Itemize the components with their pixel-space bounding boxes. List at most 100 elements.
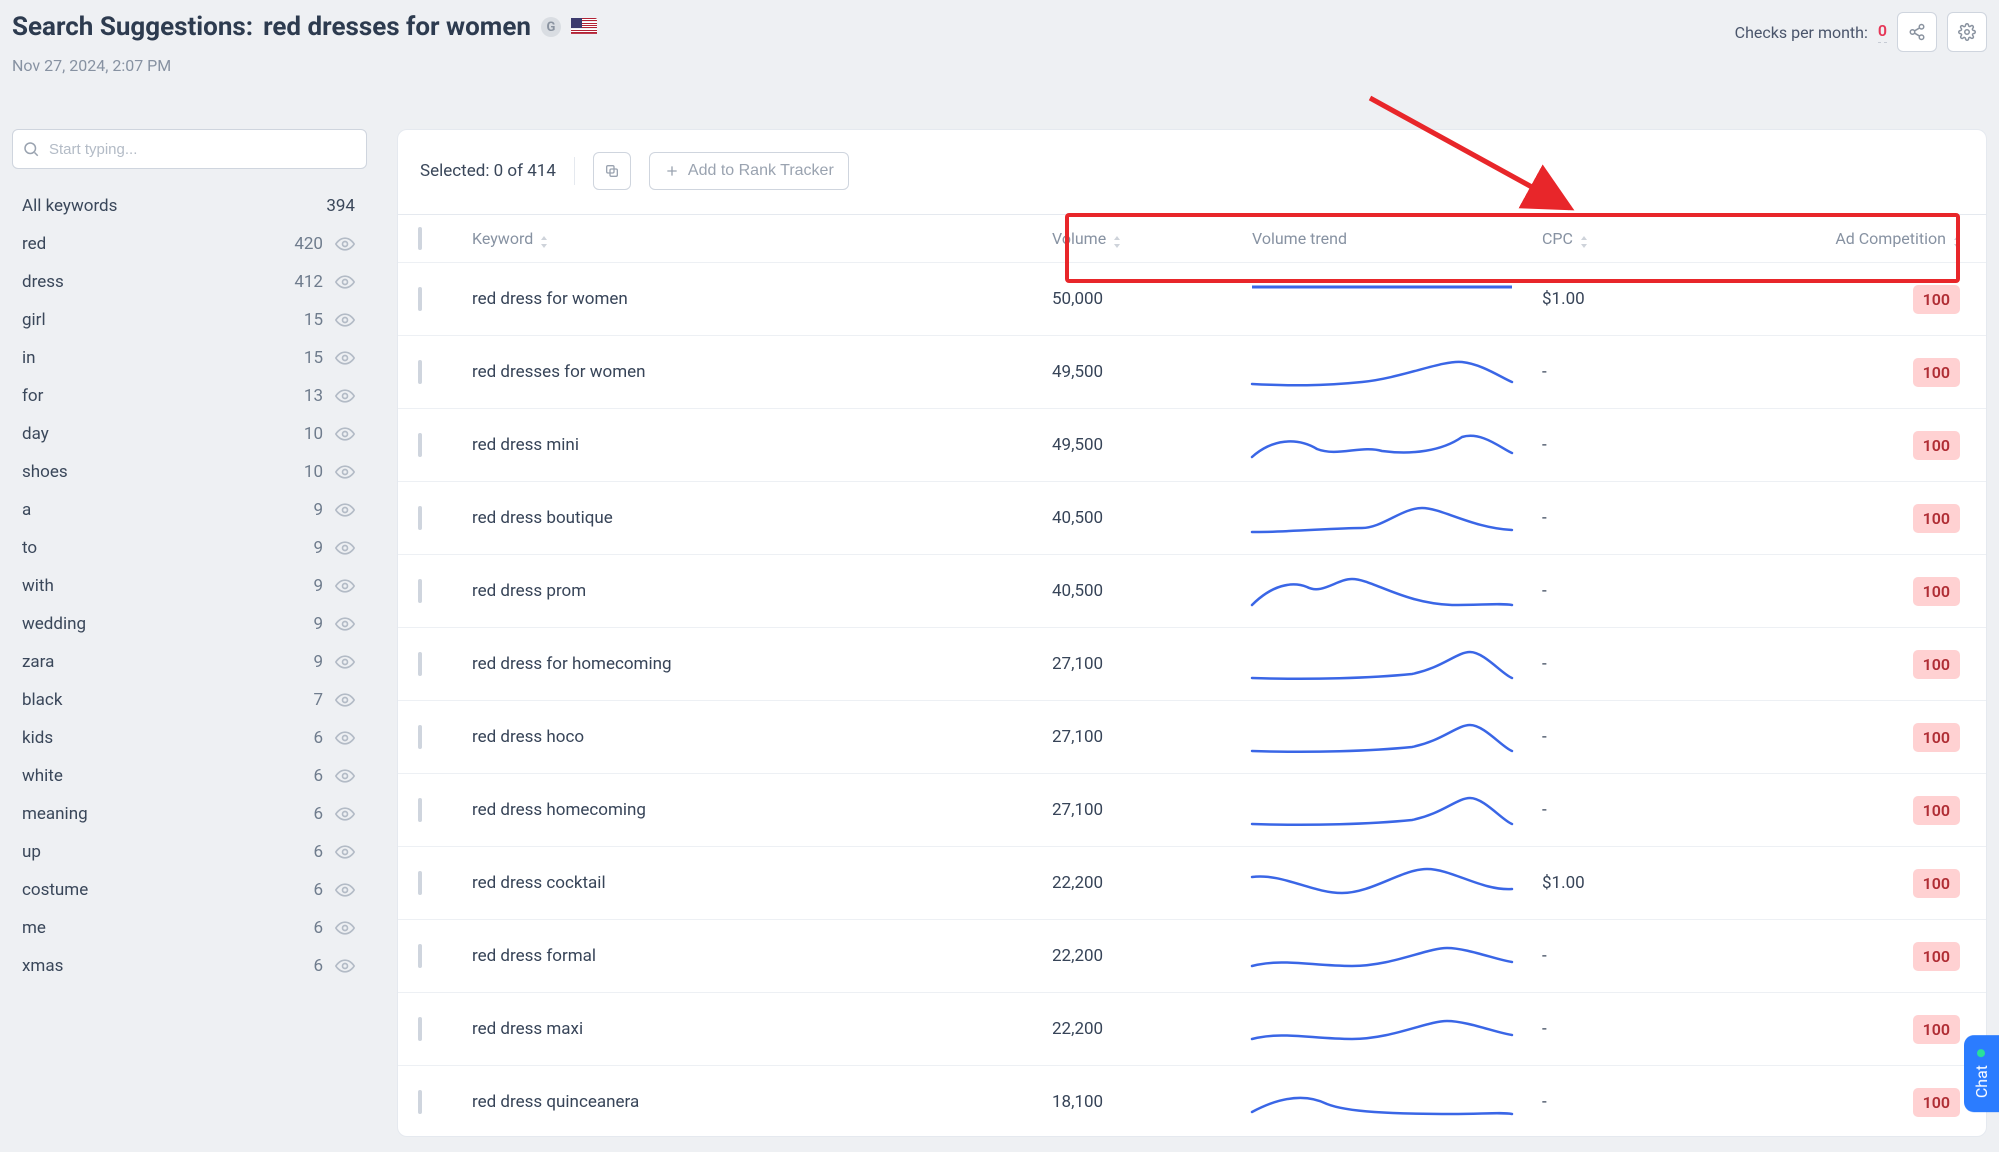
filter-count: 394 xyxy=(326,196,355,216)
toolbar: Selected: 0 of 414 Add to Rank Tracker xyxy=(398,130,1986,214)
visibility-toggle[interactable] xyxy=(335,462,355,482)
filter-search-input[interactable] xyxy=(12,129,367,169)
sparkline-icon xyxy=(1252,425,1512,465)
visibility-toggle[interactable] xyxy=(335,766,355,786)
ad-competition-badge: 100 xyxy=(1913,504,1960,533)
cell-volume: 49,500 xyxy=(1052,362,1252,382)
results-panel: Selected: 0 of 414 Add to Rank Tracker K… xyxy=(397,129,1987,1137)
cell-keyword[interactable]: red dress for homecoming xyxy=(472,654,1052,674)
row-checkbox[interactable] xyxy=(418,944,422,968)
visibility-toggle[interactable] xyxy=(335,614,355,634)
cell-volume: 18,100 xyxy=(1052,1092,1252,1112)
row-checkbox[interactable] xyxy=(418,579,422,603)
visibility-toggle[interactable] xyxy=(335,310,355,330)
filter-item[interactable]: costume 6 xyxy=(12,871,359,909)
filter-list[interactable]: All keywords 394 red 420 dress 412 girl … xyxy=(12,187,367,985)
visibility-toggle[interactable] xyxy=(335,880,355,900)
sort-icon xyxy=(1112,233,1122,245)
filter-item[interactable]: me 6 xyxy=(12,909,359,947)
row-checkbox[interactable] xyxy=(418,725,422,749)
table-body[interactable]: red dress for women 50,000 $1.00 100 red… xyxy=(398,263,1986,1136)
cell-cpc: - xyxy=(1542,946,1742,966)
filter-item[interactable]: kids 6 xyxy=(12,719,359,757)
cell-keyword[interactable]: red dress for women xyxy=(472,289,1052,309)
select-all-checkbox[interactable] xyxy=(418,227,422,250)
eye-icon xyxy=(335,690,355,710)
copy-button[interactable] xyxy=(593,152,631,190)
cell-keyword[interactable]: red dress maxi xyxy=(472,1019,1052,1039)
visibility-toggle[interactable] xyxy=(335,538,355,558)
row-checkbox[interactable] xyxy=(418,652,422,676)
visibility-toggle[interactable] xyxy=(335,386,355,406)
visibility-toggle[interactable] xyxy=(335,690,355,710)
cell-keyword[interactable]: red dress mini xyxy=(472,435,1052,455)
row-checkbox[interactable] xyxy=(418,1090,422,1114)
cell-keyword[interactable]: red dress cocktail xyxy=(472,873,1052,893)
row-checkbox[interactable] xyxy=(418,360,422,384)
row-checkbox[interactable] xyxy=(418,287,422,311)
row-checkbox[interactable] xyxy=(418,871,422,895)
share-button[interactable] xyxy=(1897,12,1937,52)
filter-item-all-keywords[interactable]: All keywords 394 xyxy=(12,187,359,225)
col-keyword[interactable]: Keyword xyxy=(472,229,1052,248)
filter-item[interactable]: with 9 xyxy=(12,567,359,605)
filter-item[interactable]: shoes 10 xyxy=(12,453,359,491)
filter-item[interactable]: in 15 xyxy=(12,339,359,377)
visibility-toggle[interactable] xyxy=(335,500,355,520)
filter-item[interactable]: for 13 xyxy=(12,377,359,415)
ad-competition-badge: 100 xyxy=(1913,1015,1960,1044)
visibility-toggle[interactable] xyxy=(335,576,355,596)
filter-item[interactable]: a 9 xyxy=(12,491,359,529)
visibility-toggle[interactable] xyxy=(335,842,355,862)
visibility-toggle[interactable] xyxy=(335,728,355,748)
eye-icon xyxy=(335,766,355,786)
settings-button[interactable] xyxy=(1947,12,1987,52)
row-checkbox[interactable] xyxy=(418,798,422,822)
col-volume[interactable]: Volume xyxy=(1052,229,1252,248)
add-to-rank-tracker-button[interactable]: Add to Rank Tracker xyxy=(649,152,849,190)
visibility-toggle[interactable] xyxy=(335,424,355,444)
cell-keyword[interactable]: red dress quinceanera xyxy=(472,1092,1052,1112)
row-checkbox[interactable] xyxy=(418,433,422,457)
filter-item[interactable]: girl 15 xyxy=(12,301,359,339)
table-row: red dress homecoming 27,100 - 100 xyxy=(398,774,1986,847)
visibility-toggle[interactable] xyxy=(335,918,355,938)
visibility-toggle[interactable] xyxy=(335,234,355,254)
cell-keyword[interactable]: red dress hoco xyxy=(472,727,1052,747)
filter-item[interactable]: xmas 6 xyxy=(12,947,359,985)
filter-item[interactable]: red 420 xyxy=(12,225,359,263)
sparkline-icon xyxy=(1252,279,1512,319)
filter-count: 6 xyxy=(313,880,323,900)
visibility-toggle[interactable] xyxy=(335,348,355,368)
col-volume-trend[interactable]: Volume trend xyxy=(1252,229,1542,248)
col-cpc[interactable]: CPC xyxy=(1542,229,1742,248)
cell-keyword[interactable]: red dress formal xyxy=(472,946,1052,966)
ad-competition-badge: 100 xyxy=(1913,796,1960,825)
sparkline-icon xyxy=(1252,936,1512,976)
row-checkbox[interactable] xyxy=(418,506,422,530)
cell-keyword[interactable]: red dress homecoming xyxy=(472,800,1052,820)
visibility-toggle[interactable] xyxy=(335,652,355,672)
visibility-toggle[interactable] xyxy=(335,956,355,976)
filter-item[interactable]: zara 9 xyxy=(12,643,359,681)
filter-item[interactable]: white 6 xyxy=(12,757,359,795)
cell-trend xyxy=(1252,863,1542,903)
filter-item[interactable]: to 9 xyxy=(12,529,359,567)
filter-item[interactable]: wedding 9 xyxy=(12,605,359,643)
cell-keyword[interactable]: red dresses for women xyxy=(472,362,1052,382)
row-checkbox[interactable] xyxy=(418,1017,422,1041)
filter-item[interactable]: day 10 xyxy=(12,415,359,453)
visibility-toggle[interactable] xyxy=(335,272,355,292)
cell-keyword[interactable]: red dress prom xyxy=(472,581,1052,601)
search-icon xyxy=(22,140,40,158)
filter-item[interactable]: meaning 6 xyxy=(12,795,359,833)
filter-item[interactable]: black 7 xyxy=(12,681,359,719)
col-ad-competition[interactable]: Ad Competition xyxy=(1742,229,1972,248)
cell-keyword[interactable]: red dress boutique xyxy=(472,508,1052,528)
filter-item[interactable]: dress 412 xyxy=(12,263,359,301)
cell-ad-competition: 100 xyxy=(1742,358,1972,387)
cell-volume: 27,100 xyxy=(1052,800,1252,820)
filter-item[interactable]: up 6 xyxy=(12,833,359,871)
visibility-toggle[interactable] xyxy=(335,804,355,824)
chat-tab[interactable]: Chat xyxy=(1964,1035,1999,1112)
